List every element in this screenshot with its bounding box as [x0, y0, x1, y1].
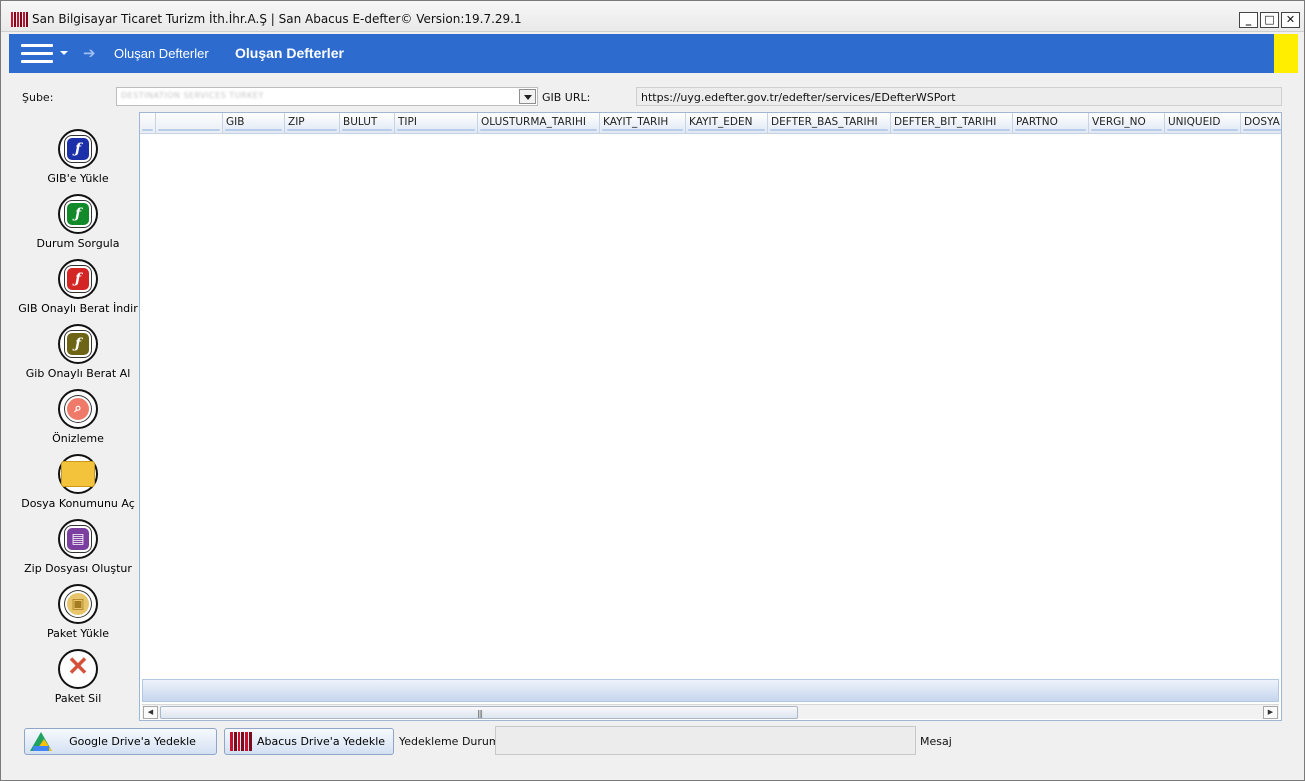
nav-link-olusan-defterler[interactable]: Oluşan Defterler: [114, 46, 209, 61]
sidebar-item-label: Paket Sil: [54, 692, 102, 705]
column-header-6[interactable]: OLUSTURMA_TARIHI: [478, 113, 600, 134]
abacus-drive-backup-button[interactable]: Abacus Drive'a Yedekle: [224, 728, 394, 755]
sidebar-item-7[interactable]: ▣ Paket Yükle: [16, 584, 140, 646]
column-header-3[interactable]: ZIP: [285, 113, 340, 134]
package-icon: ▣: [58, 584, 98, 624]
chevron-down-icon[interactable]: [519, 89, 536, 104]
gib-url-field[interactable]: https://uyg.edefter.gov.tr/edefter/servi…: [636, 87, 1282, 106]
receipt-doc-icon: ƒ: [58, 324, 98, 364]
message-label: Mesaj: [920, 735, 952, 748]
backup-status-label: Yedekleme Durumu: [399, 735, 507, 748]
abacus-drive-backup-label: Abacus Drive'a Yedekle: [256, 735, 386, 748]
column-header-8[interactable]: KAYIT_EDEN: [686, 113, 768, 134]
sidebar-item-label: Zip Dosyası Oluştur: [24, 562, 132, 575]
column-header-14[interactable]: DOSYA: [1241, 113, 1281, 134]
folder-icon: [58, 454, 98, 494]
status-marker: [1274, 34, 1298, 73]
sube-select[interactable]: DESTINATION SERVICES TURKEY: [116, 87, 538, 106]
sidebar-item-2[interactable]: ƒ GIB Onaylı Berat İndir: [16, 259, 140, 321]
chevron-down-icon[interactable]: [60, 51, 68, 55]
download-doc-icon: ƒ: [58, 259, 98, 299]
scroll-left-icon[interactable]: ◀: [143, 706, 158, 719]
arrow-right-icon: ➔: [83, 44, 96, 62]
sidebar-item-5[interactable]: Dosya Konumunu Aç: [16, 454, 140, 516]
grip-icon: |||: [477, 709, 483, 718]
upload-doc-icon: ƒ: [58, 129, 98, 169]
grid-header: GIB ZIP BULUT TIPI OLUSTURMA_TARIHI KAYIT_TAR…: [140, 113, 1281, 134]
top-navbar: ➔ Oluşan Defterler Oluşan Defterler: [9, 34, 1298, 73]
sidebar-item-label: GIB Onaylı Berat İndir: [18, 302, 138, 315]
delete-x-icon: ✕: [58, 649, 98, 689]
column-header-13[interactable]: UNIQUEID: [1165, 113, 1241, 134]
sidebar-item-label: Önizleme: [52, 432, 104, 445]
close-button[interactable]: ✕: [1281, 12, 1300, 28]
grid-footer: [142, 679, 1279, 702]
column-header-1[interactable]: [156, 113, 223, 134]
column-header-5[interactable]: TIPI: [395, 113, 478, 134]
scroll-right-icon[interactable]: ▶: [1263, 706, 1278, 719]
scroll-thumb[interactable]: |||: [160, 706, 798, 719]
sidebar-item-label: Paket Yükle: [46, 627, 110, 640]
sidebar-item-0[interactable]: ƒ GIB'e Yükle: [16, 129, 140, 191]
grid-body[interactable]: [140, 134, 1281, 678]
sidebar-item-label: Durum Sorgula: [36, 237, 120, 250]
google-drive-backup-label: Google Drive'a Yedekle: [69, 735, 196, 748]
menu-icon[interactable]: [21, 44, 53, 64]
backup-status-field: [495, 726, 916, 755]
sidebar-item-3[interactable]: ƒ Gib Onaylı Berat Al: [16, 324, 140, 386]
page-title: Oluşan Defterler: [235, 45, 344, 61]
sidebar-item-1[interactable]: ƒ Durum Sorgula: [16, 194, 140, 256]
sidebar-item-6[interactable]: ▤ Zip Dosyası Oluştur: [16, 519, 140, 581]
app-logo-icon: [11, 12, 28, 27]
gib-url-label: GIB URL:: [542, 91, 591, 104]
column-header-10[interactable]: DEFTER_BIT_TARIHI: [891, 113, 1013, 134]
sidebar-item-label: GIB'e Yükle: [47, 172, 109, 185]
sidebar-item-4[interactable]: ⌕ Önizleme: [16, 389, 140, 451]
maximize-button[interactable]: □: [1260, 12, 1279, 28]
column-header-2[interactable]: GIB: [223, 113, 285, 134]
sube-label: Şube:: [22, 91, 54, 104]
google-drive-backup-button[interactable]: Google Drive'a Yedekle: [24, 728, 217, 755]
sidebar-item-label: Dosya Konumunu Aç: [21, 497, 135, 510]
title-bar: San Bilgisayar Ticaret Turizm İth.İhr.A.…: [1, 1, 1304, 32]
column-header-0[interactable]: [140, 113, 156, 134]
column-header-4[interactable]: BULUT: [340, 113, 395, 134]
window-title: San Bilgisayar Ticaret Turizm İth.İhr.A.…: [32, 12, 522, 26]
sidebar-item-8[interactable]: ✕ Paket Sil: [16, 649, 140, 711]
status-doc-icon: ƒ: [58, 194, 98, 234]
zip-archive-icon: ▤: [58, 519, 98, 559]
sidebar-item-label: Gib Onaylı Berat Al: [25, 367, 131, 380]
minimize-button[interactable]: _: [1239, 12, 1258, 28]
window-controls: _ □ ✕: [1239, 12, 1300, 28]
column-header-11[interactable]: PARTNO: [1013, 113, 1089, 134]
defter-grid[interactable]: GIB ZIP BULUT TIPI OLUSTURMA_TARIHI KAYIT_TAR…: [139, 112, 1282, 721]
preview-icon: ⌕: [58, 389, 98, 429]
column-header-7[interactable]: KAYIT_TARIH: [600, 113, 686, 134]
column-header-12[interactable]: VERGI_NO: [1089, 113, 1165, 134]
horizontal-scrollbar[interactable]: ◀ ||| ▶: [142, 704, 1279, 719]
sube-value: DESTINATION SERVICES TURKEY: [121, 91, 264, 100]
column-header-9[interactable]: DEFTER_BAS_TARIHI: [768, 113, 891, 134]
